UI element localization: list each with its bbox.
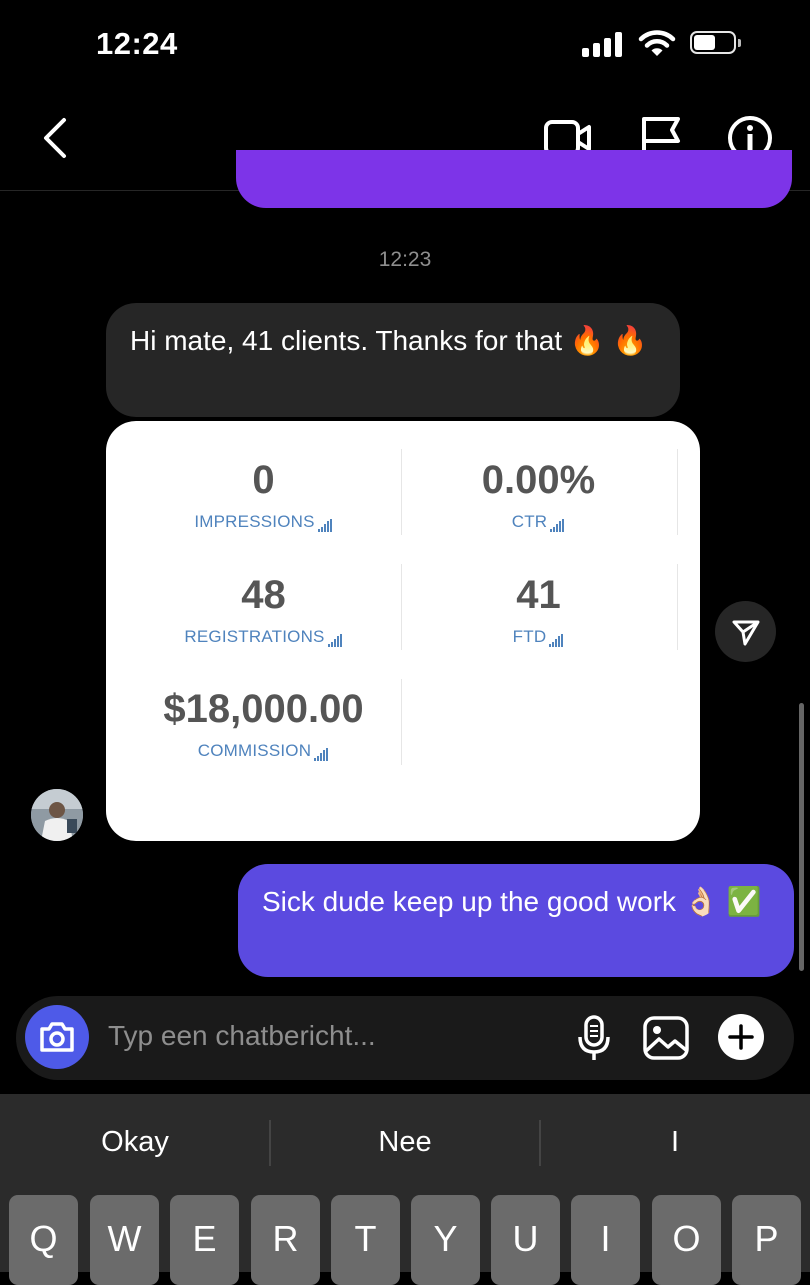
avatar-image [31, 789, 83, 841]
commission-value: $18,000.00 [163, 687, 364, 731]
microphone-icon [578, 1015, 610, 1060]
avatar[interactable] [31, 789, 83, 841]
status-time: 12:24 [96, 26, 178, 61]
outgoing-message-bubble[interactable]: Sick dude keep up the good work 👌🏻 ✅ [238, 864, 794, 977]
ftd-label: FTD [396, 627, 681, 647]
ftd-value: 41 [516, 573, 561, 617]
suggestion-i[interactable]: I [540, 1126, 810, 1159]
incoming-message-bubble[interactable]: Hi mate, 41 clients. Thanks for that 🔥 🔥 [106, 303, 680, 417]
gallery-button[interactable] [640, 1012, 692, 1064]
suggestion-okay[interactable]: Okay [0, 1126, 270, 1159]
ctr-value: 0.00% [481, 458, 596, 502]
cellular-signal-icon [582, 31, 626, 57]
message-input[interactable]: Typ een chatbericht... [108, 1020, 376, 1052]
bar-chart-icon [317, 512, 333, 532]
suggestion-nee[interactable]: Nee [270, 1126, 540, 1159]
wifi-icon [638, 30, 676, 56]
impressions-label: IMPRESSIONS [106, 512, 421, 532]
voice-message-button[interactable] [572, 1012, 616, 1064]
bar-chart-icon [314, 741, 329, 761]
bar-chart-icon [550, 512, 565, 532]
commission-label: COMMISSION [106, 741, 421, 761]
message-timestamp: 12:23 [378, 248, 432, 271]
back-button[interactable] [30, 112, 80, 164]
previous-message-bubble[interactable] [236, 150, 792, 208]
plus-icon [718, 1014, 764, 1060]
battery-icon [690, 31, 742, 56]
send-icon [732, 620, 760, 646]
camera-icon [40, 1022, 74, 1052]
ctr-label: CTR [396, 512, 681, 532]
stats-image-attachment[interactable]: 0 IMPRESSIONS 0.00% CTR 48 REGISTRATIONS… [106, 421, 700, 841]
camera-button[interactable] [25, 1005, 89, 1069]
share-button[interactable] [715, 601, 776, 662]
impressions-value: 0 [252, 458, 275, 502]
outgoing-message-text: Sick dude keep up the good work 👌🏻 ✅ [262, 886, 762, 917]
registrations-value: 48 [241, 573, 286, 617]
chevron-left-icon [44, 118, 66, 158]
image-icon [643, 1016, 689, 1060]
bar-chart-icon [327, 627, 343, 647]
scrollbar[interactable] [799, 703, 804, 971]
incoming-message-text: Hi mate, 41 clients. Thanks for that 🔥 🔥 [130, 325, 648, 356]
bar-chart-icon [549, 627, 564, 647]
registrations-label: REGISTRATIONS [106, 627, 421, 647]
add-button[interactable] [716, 1012, 766, 1062]
